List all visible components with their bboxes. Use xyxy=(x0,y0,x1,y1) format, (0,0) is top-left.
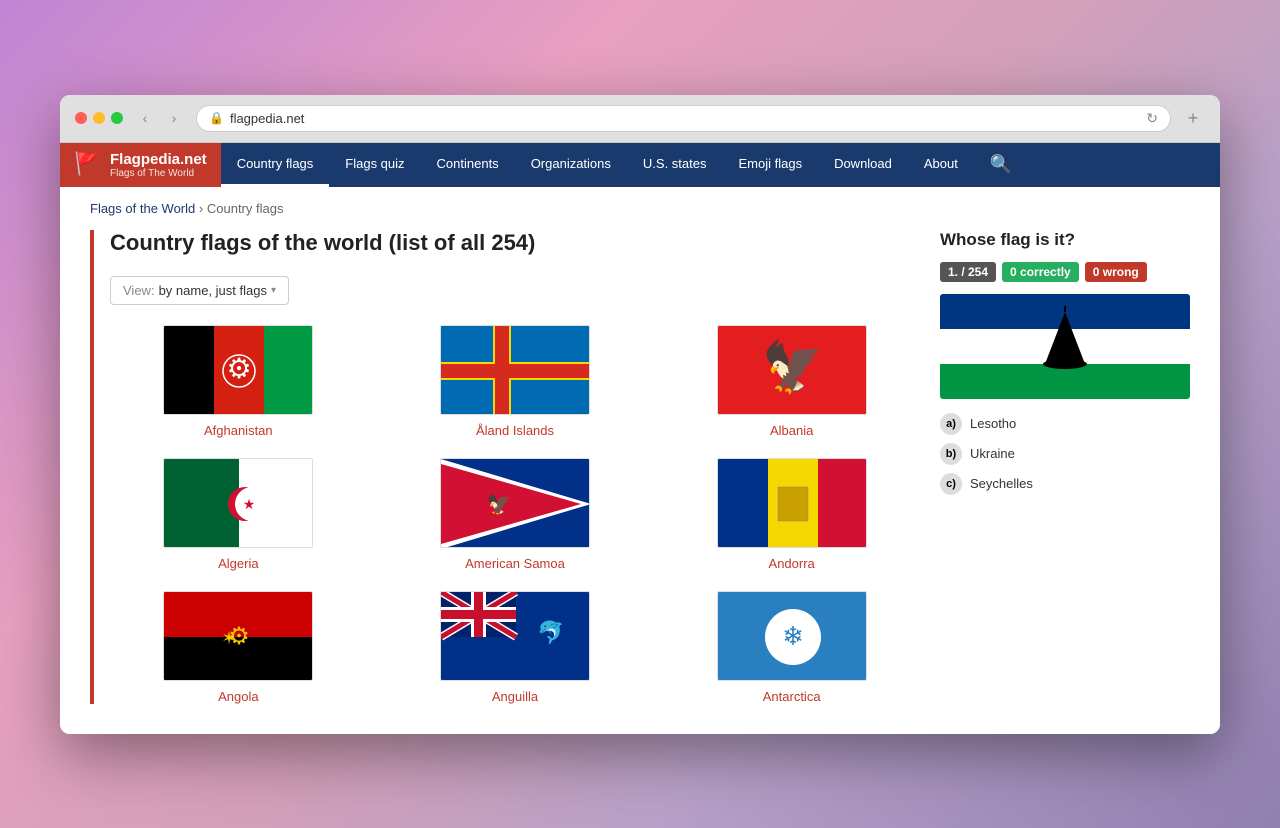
option-a-text: Lesotho xyxy=(970,416,1016,431)
flag-item-andorra: ⚜ Andorra xyxy=(663,458,920,571)
address-bar[interactable]: 🔒 flagpedia.net ↻ xyxy=(196,105,1171,132)
flag-item-albania: 🦅 Albania xyxy=(663,325,920,438)
svg-text:✶: ✶ xyxy=(222,628,237,648)
main-content: Country flags of the world (list of all … xyxy=(90,230,920,704)
quiz-options: a) Lesotho b) Ukraine c) Seychelles xyxy=(940,413,1190,495)
nav-item-about[interactable]: About xyxy=(908,143,974,187)
quiz-option-a[interactable]: a) Lesotho xyxy=(940,413,1190,435)
flag-name-anguilla[interactable]: Anguilla xyxy=(492,689,538,704)
flag-item-antarctica: ❄ Antarctica xyxy=(663,591,920,704)
svg-text:★: ★ xyxy=(243,496,256,512)
page-title: Country flags of the world (list of all … xyxy=(110,230,920,256)
view-value: by name, just flags xyxy=(159,283,267,298)
nav-item-country-flags[interactable]: Country flags xyxy=(221,143,330,187)
url-text: flagpedia.net xyxy=(230,111,304,126)
flag-name-american-samoa[interactable]: American Samoa xyxy=(465,556,565,571)
flag-name-algeria[interactable]: Algeria xyxy=(218,556,258,571)
logo-subtitle: Flags of The World xyxy=(110,168,207,179)
nav-buttons: ‹ › xyxy=(133,106,186,130)
search-icon[interactable]: 🔍 xyxy=(974,143,1028,187)
flags-grid: ⚙ Afghanistan xyxy=(110,325,920,704)
breadcrumb: Flags of the World › Country flags xyxy=(60,187,1220,230)
content-area: Country flags of the world (list of all … xyxy=(60,230,1220,734)
flag-image-albania: 🦅 xyxy=(717,325,867,415)
option-a-letter: a) xyxy=(940,413,962,435)
svg-text:🦅: 🦅 xyxy=(487,492,512,516)
flag-image-algeria: ★ xyxy=(163,458,313,548)
option-b-letter: b) xyxy=(940,443,962,465)
logo-icon: 🚩 xyxy=(74,151,102,179)
flag-name-angola[interactable]: Angola xyxy=(218,689,258,704)
security-icon: 🔒 xyxy=(209,111,224,125)
quiz-current: 1. / 254 xyxy=(940,262,996,282)
flag-name-aland[interactable]: Åland Islands xyxy=(476,423,554,438)
breadcrumb-home[interactable]: Flags of the World xyxy=(90,201,195,216)
quiz-wrong: 0 wrong xyxy=(1085,262,1147,282)
option-b-text: Ukraine xyxy=(970,446,1015,461)
flag-image-andorra: ⚜ xyxy=(717,458,867,548)
flag-name-andorra[interactable]: Andorra xyxy=(769,556,815,571)
back-button[interactable]: ‹ xyxy=(133,106,157,130)
forward-button[interactable]: › xyxy=(162,106,186,130)
flag-item-american-samoa: 🦅 American Samoa xyxy=(387,458,644,571)
flag-image-angola: ⚙ ✶ xyxy=(163,591,313,681)
nav-item-organizations[interactable]: Organizations xyxy=(515,143,627,187)
quiz-stats: 1. / 254 0 correctly 0 wrong xyxy=(940,262,1190,282)
minimize-button[interactable] xyxy=(93,112,105,124)
flag-image-aland xyxy=(440,325,590,415)
flag-image-american-samoa: 🦅 xyxy=(440,458,590,548)
logo-block[interactable]: 🚩 Flagpedia.net Flags of The World xyxy=(60,143,221,187)
chevron-down-icon: ▾ xyxy=(271,285,276,296)
traffic-lights xyxy=(75,112,123,124)
nav-item-download[interactable]: Download xyxy=(818,143,908,187)
svg-text:⚜: ⚜ xyxy=(787,500,798,514)
nav-item-us-states[interactable]: U.S. states xyxy=(627,143,723,187)
flag-name-afghanistan[interactable]: Afghanistan xyxy=(204,423,273,438)
view-label: View: xyxy=(123,283,155,298)
reload-icon[interactable]: ↻ xyxy=(1146,110,1158,127)
flag-name-antarctica[interactable]: Antarctica xyxy=(763,689,821,704)
svg-text:🐬: 🐬 xyxy=(537,619,564,645)
flag-image-anguilla: 🐬 xyxy=(440,591,590,681)
maximize-button[interactable] xyxy=(111,112,123,124)
nav-item-flags-quiz[interactable]: Flags quiz xyxy=(329,143,420,187)
browser-chrome: ‹ › 🔒 flagpedia.net ↻ + xyxy=(60,95,1220,143)
flag-name-albania[interactable]: Albania xyxy=(770,423,813,438)
option-c-text: Seychelles xyxy=(970,476,1033,491)
nav-item-emoji-flags[interactable]: Emoji flags xyxy=(722,143,818,187)
flag-item-aland: Åland Islands xyxy=(387,325,644,438)
nav-items: Country flags Flags quiz Continents Orga… xyxy=(221,143,1220,187)
option-c-letter: c) xyxy=(940,473,962,495)
breadcrumb-separator: › xyxy=(199,201,203,216)
close-button[interactable] xyxy=(75,112,87,124)
quiz-option-b[interactable]: b) Ukraine xyxy=(940,443,1190,465)
site-container: 🚩 Flagpedia.net Flags of The World Count… xyxy=(60,143,1220,734)
logo-text: Flagpedia.net Flags of The World xyxy=(110,151,207,179)
sidebar-quiz: Whose flag is it? 1. / 254 0 correctly 0… xyxy=(940,230,1190,704)
quiz-correct: 0 correctly xyxy=(1002,262,1079,282)
browser-window: ‹ › 🔒 flagpedia.net ↻ + 🚩 Flagpedia.net … xyxy=(60,95,1220,734)
quiz-option-c[interactable]: c) Seychelles xyxy=(940,473,1190,495)
logo-title: Flagpedia.net xyxy=(110,151,207,168)
quiz-flag[interactable] xyxy=(940,294,1190,399)
flag-item-anguilla: 🐬 Anguilla xyxy=(387,591,644,704)
svg-text:❄: ❄ xyxy=(782,621,804,651)
flag-item-afghanistan: ⚙ Afghanistan xyxy=(110,325,367,438)
flag-item-angola: ⚙ ✶ Angola xyxy=(110,591,367,704)
site-nav: 🚩 Flagpedia.net Flags of The World Count… xyxy=(60,143,1220,187)
flag-image-afghanistan: ⚙ xyxy=(163,325,313,415)
breadcrumb-current: Country flags xyxy=(207,201,284,216)
quiz-title: Whose flag is it? xyxy=(940,230,1190,250)
flag-image-antarctica: ❄ xyxy=(717,591,867,681)
view-selector[interactable]: View: by name, just flags ▾ xyxy=(110,276,289,305)
svg-text:🦅: 🦅 xyxy=(762,337,824,395)
flag-item-algeria: ★ Algeria xyxy=(110,458,367,571)
nav-item-continents[interactable]: Continents xyxy=(421,143,515,187)
new-tab-button[interactable]: + xyxy=(1181,106,1205,130)
